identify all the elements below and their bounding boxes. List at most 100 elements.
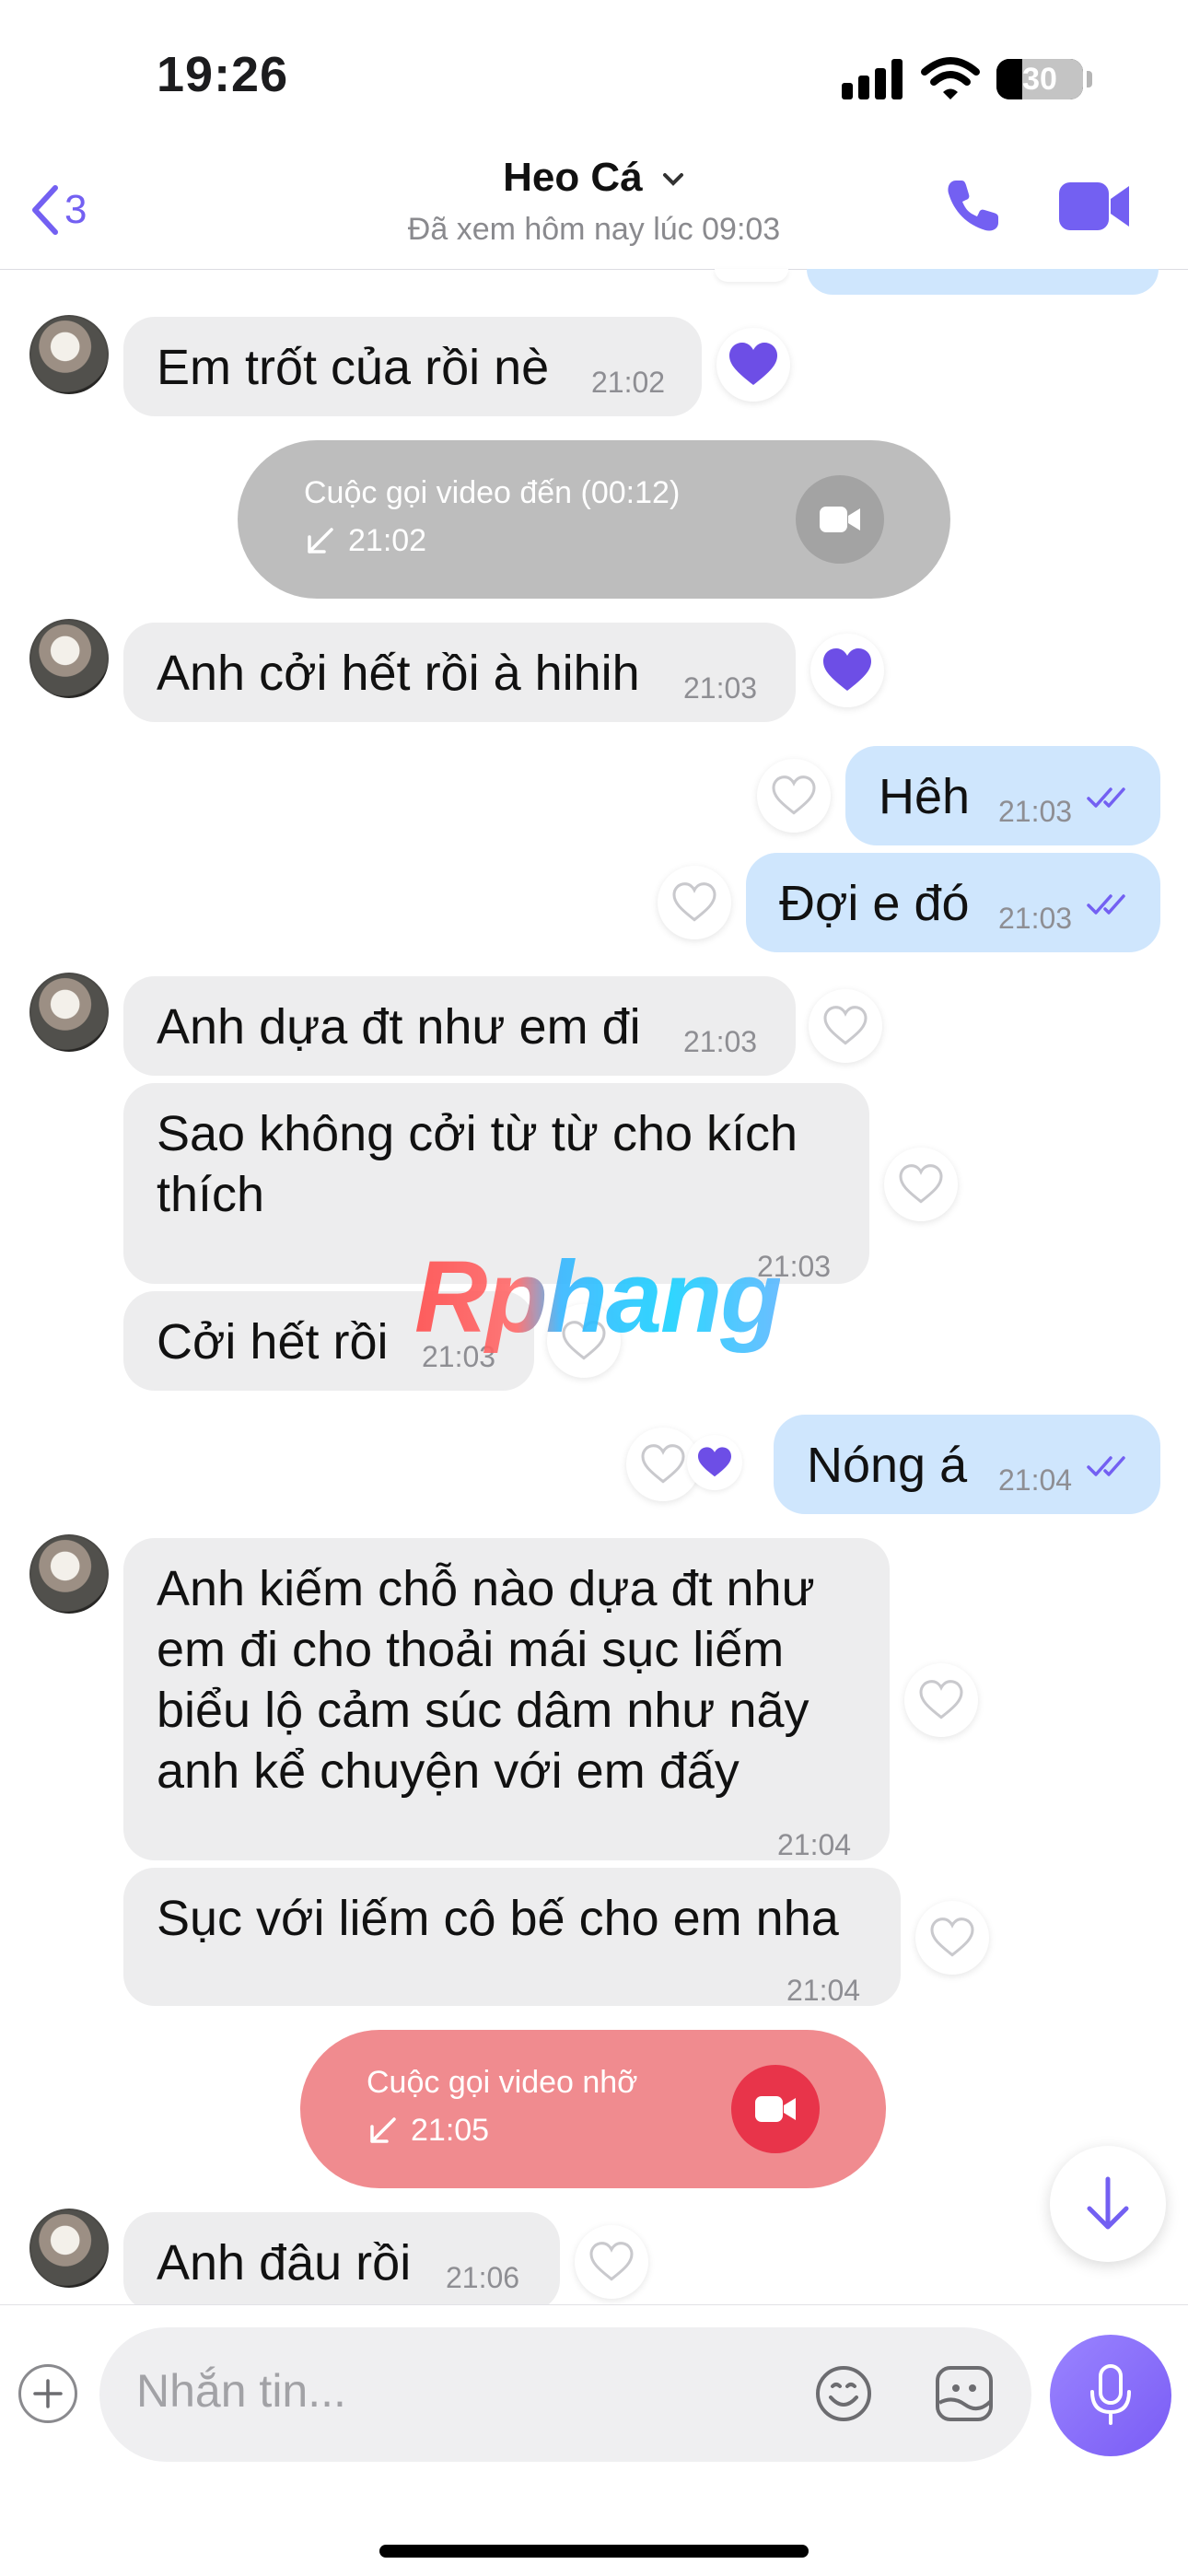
message-time: 21:03: [998, 795, 1073, 828]
message-composer: Nhắn tin...: [0, 2304, 1188, 2576]
message-bubble-outgoing[interactable]: Đợi e đó 21:03: [746, 853, 1160, 952]
reaction-group[interactable]: [626, 1428, 764, 1501]
like-button[interactable]: [757, 759, 831, 833]
message-bubble-incoming[interactable]: Sục với liếm cô bế cho em nha 21:04: [123, 1868, 901, 2007]
call-arrow-icon: [370, 2116, 396, 2143]
heart-outline-icon: [772, 775, 816, 815]
double-check-icon: [1087, 894, 1125, 915]
previous-heart-peek: [715, 269, 788, 282]
scroll-to-bottom-button[interactable]: [1050, 2146, 1166, 2262]
like-button[interactable]: [658, 866, 731, 939]
battery-icon: 30: [996, 59, 1083, 99]
message-time: 21:02: [591, 366, 666, 399]
reaction-badge: [687, 1435, 742, 1490]
call-back-video-button[interactable]: [731, 2065, 820, 2153]
call-title: Cuộc gọi video nhỡ: [367, 2065, 638, 2100]
message-time: 21:04: [786, 1974, 861, 2007]
video-call-button[interactable]: [1057, 179, 1133, 234]
contact-avatar[interactable]: [29, 315, 109, 394]
like-button[interactable]: [575, 2225, 648, 2299]
plus-icon: [33, 2379, 63, 2408]
message-bubble-outgoing[interactable]: Hêh 21:03: [845, 746, 1160, 845]
contact-avatar[interactable]: [29, 619, 109, 698]
contact-avatar[interactable]: [29, 973, 109, 1052]
emoji-button[interactable]: [814, 2364, 873, 2423]
voice-message-button[interactable]: [1050, 2335, 1171, 2456]
message-text-line: em đi cho thoải mái sục liếm: [157, 1622, 785, 1677]
message-input[interactable]: Nhắn tin...: [99, 2327, 1031, 2462]
sticker-button[interactable]: [934, 2364, 995, 2423]
call-time-row: 21:02: [304, 523, 426, 559]
like-button[interactable]: [716, 328, 790, 402]
battery-nub: [1087, 71, 1092, 87]
status-time: 19:26: [157, 47, 289, 102]
double-check-icon: [1087, 1456, 1125, 1476]
like-button[interactable]: [915, 1901, 989, 1975]
message-time: 21:04: [777, 1828, 852, 1861]
contact-avatar[interactable]: [29, 2209, 109, 2288]
add-attachment-button[interactable]: [18, 2364, 77, 2423]
heart-outline-icon: [672, 882, 716, 922]
wifi-icon: [921, 57, 980, 99]
contact-avatar[interactable]: [29, 1534, 109, 1614]
video-camera-icon: [755, 2096, 796, 2122]
last-seen-status: Đã xem hôm nay lúc 09:03: [407, 212, 781, 247]
message-text: Anh dựa đt như em đi: [157, 999, 641, 1055]
message-bubble-incoming[interactable]: Anh kiếm chỗ nào dựa đt như em đi cho th…: [123, 1538, 890, 1861]
message-text-line: biểu lộ cảm súc dâm như nãy: [157, 1683, 809, 1738]
message-text-line: anh kể chuyện với em đấy: [157, 1743, 740, 1799]
message-text-line: thích: [157, 1167, 265, 1222]
message-text: Em trốt của rồi nè: [157, 340, 550, 395]
phone-call-button[interactable]: [943, 177, 1002, 236]
contact-name-text: Heo Cá: [503, 155, 643, 200]
heart-icon: [729, 343, 777, 385]
message-text-line: Sao không cởi từ từ cho kích: [157, 1106, 798, 1161]
message-text: Đợi e đó: [779, 876, 970, 931]
message-text: Anh cởi hết rồi à hihih: [157, 646, 640, 701]
missed-video-call-record[interactable]: Cuộc gọi video nhỡ 21:05: [300, 2030, 886, 2188]
heart-icon: [823, 648, 871, 691]
message-bubble-incoming[interactable]: Anh dựa đt như em đi 21:03: [123, 976, 796, 1076]
message-time: 21:04: [998, 1463, 1073, 1497]
like-button[interactable]: [884, 1148, 958, 1221]
message-time: 21:03: [683, 671, 758, 705]
video-camera-icon: [820, 507, 860, 532]
message-text: Anh đâu rồi: [157, 2235, 412, 2290]
battery-level: 30: [1022, 62, 1057, 97]
call-time-row: 21:05: [367, 2113, 489, 2149]
double-check-icon: [1087, 787, 1125, 808]
microphone-icon: [1090, 2364, 1131, 2425]
arrow-down-icon: [1087, 2176, 1129, 2230]
message-text-line: Anh kiếm chỗ nào dựa đt như: [157, 1561, 815, 1616]
chevron-down-icon: [662, 173, 683, 187]
incoming-video-call-record[interactable]: Cuộc gọi video đến (00:12) 21:02: [238, 440, 950, 599]
message-text: Sục với liếm cô bế cho em nha: [157, 1891, 839, 1946]
call-time: 21:02: [348, 523, 427, 558]
call-time: 21:05: [411, 2113, 490, 2148]
watermark-logo: Rphang: [414, 1241, 782, 1354]
call-back-video-button[interactable]: [796, 475, 884, 564]
heart-outline-icon: [823, 1006, 868, 1045]
heart-outline-icon: [919, 1680, 963, 1719]
contact-name[interactable]: Heo Cá: [0, 155, 1188, 201]
like-button[interactable]: [904, 1663, 978, 1737]
heart-outline-icon: [641, 1444, 685, 1484]
message-time: 21:03: [683, 1025, 758, 1058]
like-button[interactable]: [809, 989, 882, 1063]
chat-header: 3 Heo Cá Đã xem hôm nay lúc 09:03: [0, 138, 1188, 270]
message-text: Nóng á: [807, 1438, 968, 1493]
cellular-signal-icon: [842, 59, 906, 99]
heart-outline-icon: [589, 2242, 634, 2281]
message-bubble-outgoing[interactable]: Nóng á 21:04: [774, 1415, 1160, 1514]
home-indicator: [379, 2545, 809, 2558]
heart-outline-icon: [930, 1917, 974, 1957]
message-text: Hêh: [879, 769, 971, 824]
message-bubble-incoming[interactable]: Anh đâu rồi 21:06: [123, 2212, 560, 2312]
heart-outline-icon: [899, 1164, 943, 1204]
message-bubble-incoming[interactable]: Anh cởi hết rồi à hihih 21:03: [123, 623, 796, 722]
message-bubble-incoming[interactable]: Em trốt của rồi nè 21:02: [123, 317, 702, 416]
message-time: 21:03: [998, 902, 1073, 935]
message-input-placeholder: Nhắn tin...: [136, 2365, 346, 2417]
like-button[interactable]: [810, 634, 884, 707]
call-title: Cuộc gọi video đến (00:12): [304, 475, 681, 510]
